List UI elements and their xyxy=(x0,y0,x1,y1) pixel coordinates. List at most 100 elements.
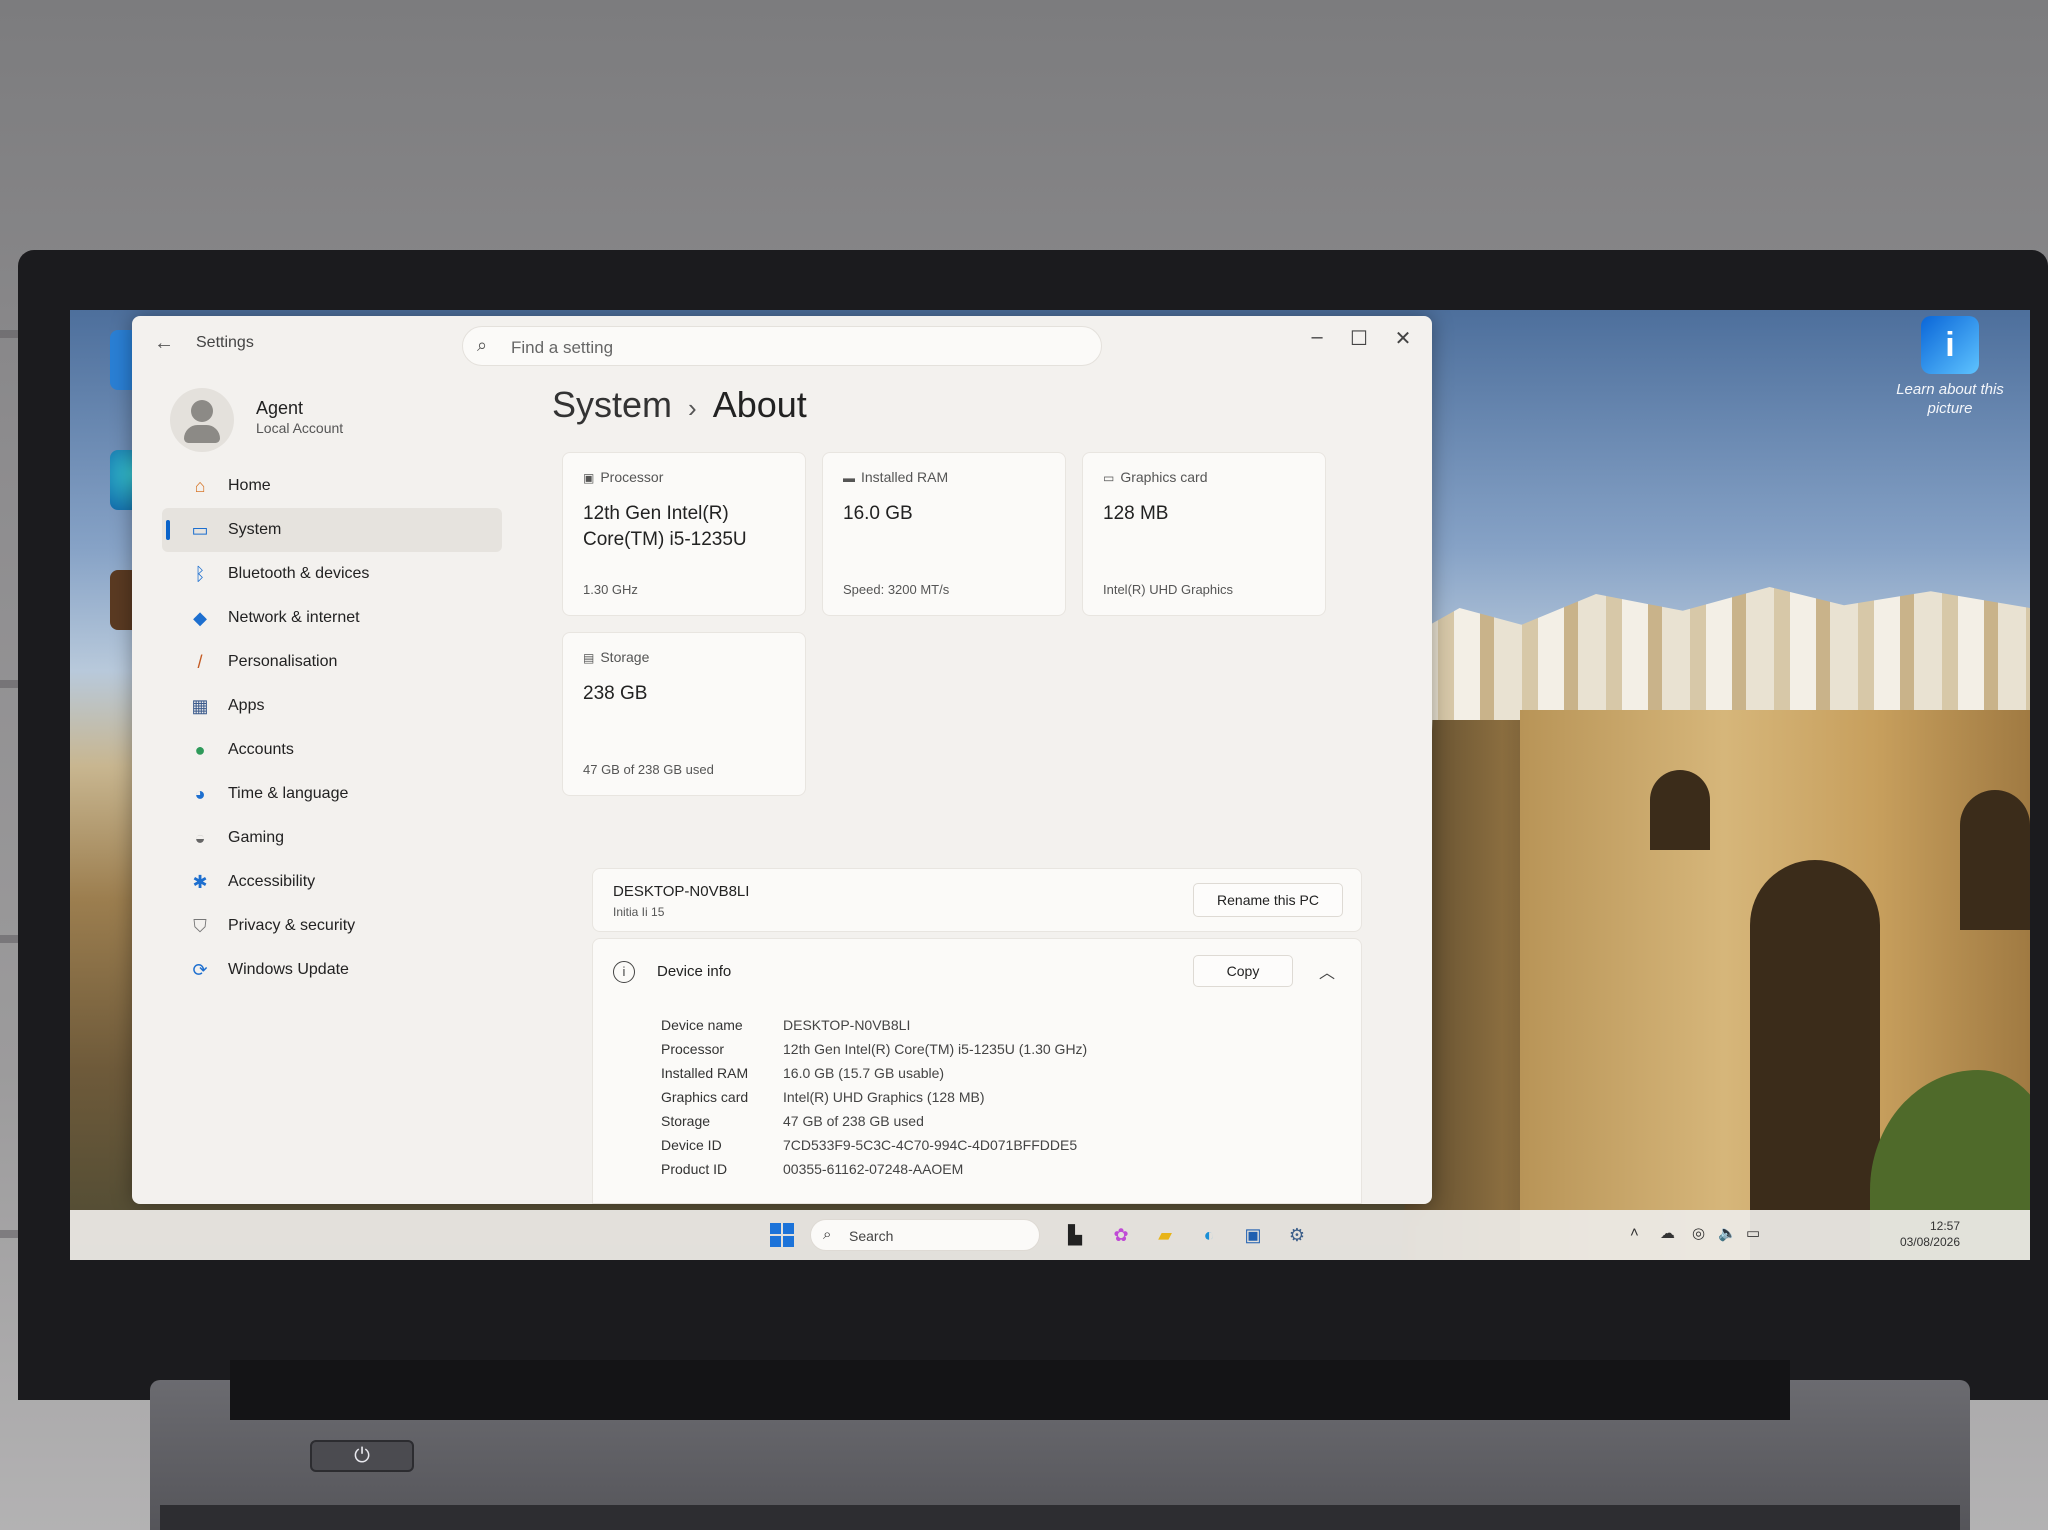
cpu-icon: ▣ xyxy=(583,471,595,485)
spec-value: DESKTOP-N0VB8LI xyxy=(783,1017,911,1033)
storage-value: 238 GB xyxy=(583,683,648,704)
onedrive-icon[interactable]: ☁ xyxy=(1660,1224,1675,1242)
taskbar-search[interactable]: ⌕ Search xyxy=(810,1219,1040,1251)
account-type: Local Account xyxy=(256,420,344,436)
graphics-name: Intel(R) UHD Graphics xyxy=(1103,582,1234,597)
sidebar-item-personalisation[interactable]: / Personalisation xyxy=(162,640,502,684)
sidebar-nav: ⌂ Home ▭ System ᛒ Bluetooth & devices ◆ Netw… xyxy=(162,464,502,992)
storage-used: 47 GB of 238 GB used xyxy=(583,762,714,777)
shield-icon: ⛉ xyxy=(193,915,207,936)
store-icon[interactable]: ▣ xyxy=(1238,1220,1268,1250)
spec-value: Intel(R) UHD Graphics (128 MB) xyxy=(783,1089,985,1105)
sidebar-item-accounts[interactable]: ● Accounts xyxy=(162,728,502,772)
keyboard-edge xyxy=(160,1505,1960,1530)
spec-key: Installed RAM xyxy=(661,1065,749,1081)
battery-icon[interactable]: ▭ xyxy=(1746,1224,1760,1242)
settings-gear-icon[interactable]: ⚙ xyxy=(1282,1220,1312,1250)
user-name: Agent xyxy=(256,398,304,418)
sidebar-item-network[interactable]: ◆ Network & internet xyxy=(162,596,502,640)
spec-value: 12th Gen Intel(R) Core(TM) i5-1235U (1.3… xyxy=(783,1041,1088,1057)
accessibility-icon: ✱ xyxy=(192,871,208,892)
maximize-icon[interactable]: ☐ xyxy=(1344,326,1374,351)
spec-value: 7CD533F9-5C3C-4C70-994C-4D071BFFDDE5 xyxy=(783,1137,1078,1153)
spec-key: Device ID xyxy=(661,1137,722,1153)
storage-icon: ▤ xyxy=(583,651,595,665)
power-button[interactable]: ⏻ xyxy=(310,1440,414,1472)
sidebar-item-gaming[interactable]: ◒ Gaming xyxy=(162,816,502,860)
time: 12:57 xyxy=(1929,1219,1960,1233)
file-explorer-icon[interactable]: ▰ xyxy=(1150,1220,1180,1250)
ram-icon: ▬ xyxy=(843,471,855,485)
settings-search[interactable]: ⌕ Find a setting xyxy=(462,326,1102,366)
wifi-icon: ◆ xyxy=(193,607,207,628)
spec-value: 16.0 GB (15.7 GB usable) xyxy=(783,1065,945,1081)
volume-icon[interactable]: 🔈 xyxy=(1718,1224,1737,1242)
search-icon: ⌕ xyxy=(477,335,488,355)
apps-icon: ▦ xyxy=(191,695,209,716)
sidebar-item-accessibility[interactable]: ✱ Accessibility xyxy=(162,860,502,904)
sidebar-item-windows-update[interactable]: ⟳ Windows Update xyxy=(162,948,502,992)
sidebar-item-apps[interactable]: ▦ Apps xyxy=(162,684,502,728)
spec-value: 47 GB of 238 GB used xyxy=(783,1113,924,1129)
settings-window: ← Settings ⌕ Find a setting – ☐ ✕ Agent … xyxy=(132,316,1432,1204)
laptop-hinge xyxy=(230,1360,1790,1420)
page-title: About xyxy=(712,384,807,425)
graphics-card: ▭ Graphics card 128 MB Intel(R) UHD Graph… xyxy=(1082,452,1326,616)
globe-icon: ◕ xyxy=(194,783,206,804)
task-view-icon[interactable]: ▙ xyxy=(1060,1220,1090,1250)
chevron-right-icon: › xyxy=(688,393,697,423)
network-globe-icon[interactable]: ◎ xyxy=(1692,1224,1705,1242)
sidebar-item-privacy[interactable]: ⛉ Privacy & security xyxy=(162,904,502,948)
person-icon: ● xyxy=(194,739,206,760)
rename-pc-button[interactable]: Rename this PC xyxy=(1193,883,1343,917)
pc-name: DESKTOP-N0VB8LI xyxy=(613,883,750,900)
spec-value: 00355-61162-07248-AAOEM xyxy=(783,1161,964,1177)
graphics-value: 128 MB xyxy=(1103,503,1169,524)
spec-key: Processor xyxy=(661,1041,725,1057)
close-icon[interactable]: ✕ xyxy=(1388,326,1418,351)
learn-about-picture[interactable]: i Learn about this picture xyxy=(1890,316,2010,418)
spec-key: Product ID xyxy=(661,1161,728,1177)
sidebar-item-system[interactable]: ▭ System xyxy=(162,508,502,552)
ram-card: ▬ Installed RAM 16.0 GB Speed: 3200 MT/s xyxy=(822,452,1066,616)
device-info-section: i Device info Copy ︿ Device name DESKTOP… xyxy=(592,938,1362,1204)
processor-value: 12th Gen Intel(R) Core(TM) i5-1235U xyxy=(583,503,747,550)
sidebar-item-bluetooth[interactable]: ᛒ Bluetooth & devices xyxy=(162,552,502,596)
gamepad-icon: ◒ xyxy=(194,827,206,848)
back-arrow-icon[interactable]: ← xyxy=(154,332,174,355)
taskbar: ⌕ Search ▙ ✿ ▰ ◐ ▣ ⚙ ˄ ☁ ◎ 🔈 ▭ 12:57 03/… xyxy=(70,1210,2030,1260)
sidebar-item-home[interactable]: ⌂ Home xyxy=(162,464,502,508)
system-icon: ▭ xyxy=(191,519,209,540)
screen: i Learn about this picture ← Settings ⌕ … xyxy=(70,310,2030,1260)
search-icon: ⌕ xyxy=(823,1226,832,1243)
app-title: Settings xyxy=(196,334,254,351)
chevron-up-icon[interactable]: ︿ xyxy=(1319,959,1335,983)
avatar[interactable] xyxy=(170,388,234,452)
brush-icon: / xyxy=(197,651,203,672)
spec-key: Storage xyxy=(661,1113,711,1129)
minimize-icon[interactable]: – xyxy=(1302,326,1332,349)
info-picture-icon: i xyxy=(1921,316,1979,374)
start-button[interactable] xyxy=(770,1223,794,1247)
home-icon: ⌂ xyxy=(194,475,206,496)
chevron-up-icon[interactable]: ˄ xyxy=(1630,1224,1639,1241)
title-bar: ← Settings ⌕ Find a setting – ☐ ✕ xyxy=(132,316,1432,368)
clock[interactable]: 12:57 03/08/2026 xyxy=(1870,1218,1960,1250)
gpu-icon: ▭ xyxy=(1103,471,1115,485)
pc-model: Initia Ii 15 xyxy=(613,905,665,919)
sidebar-item-time-language[interactable]: ◕ Time & language xyxy=(162,772,502,816)
ram-value: 16.0 GB xyxy=(843,503,913,524)
breadcrumb-parent[interactable]: System xyxy=(552,384,672,425)
update-icon: ⟳ xyxy=(192,959,208,980)
device-info-title: Device info xyxy=(657,963,732,980)
storage-card: ▤ Storage 238 GB 47 GB of 238 GB used xyxy=(562,632,806,796)
bluetooth-icon: ᛒ xyxy=(194,563,206,584)
spec-key: Device name xyxy=(661,1017,743,1033)
processor-speed: 1.30 GHz xyxy=(583,582,638,597)
copy-button[interactable]: Copy xyxy=(1193,955,1293,987)
edge-icon[interactable]: ◐ xyxy=(1194,1220,1224,1250)
copilot-icon[interactable]: ✿ xyxy=(1106,1220,1136,1250)
spec-key: Graphics card xyxy=(661,1089,749,1105)
date: 03/08/2026 xyxy=(1899,1235,1960,1249)
pc-name-row: DESKTOP-N0VB8LI Initia Ii 15 Rename this… xyxy=(592,868,1362,932)
